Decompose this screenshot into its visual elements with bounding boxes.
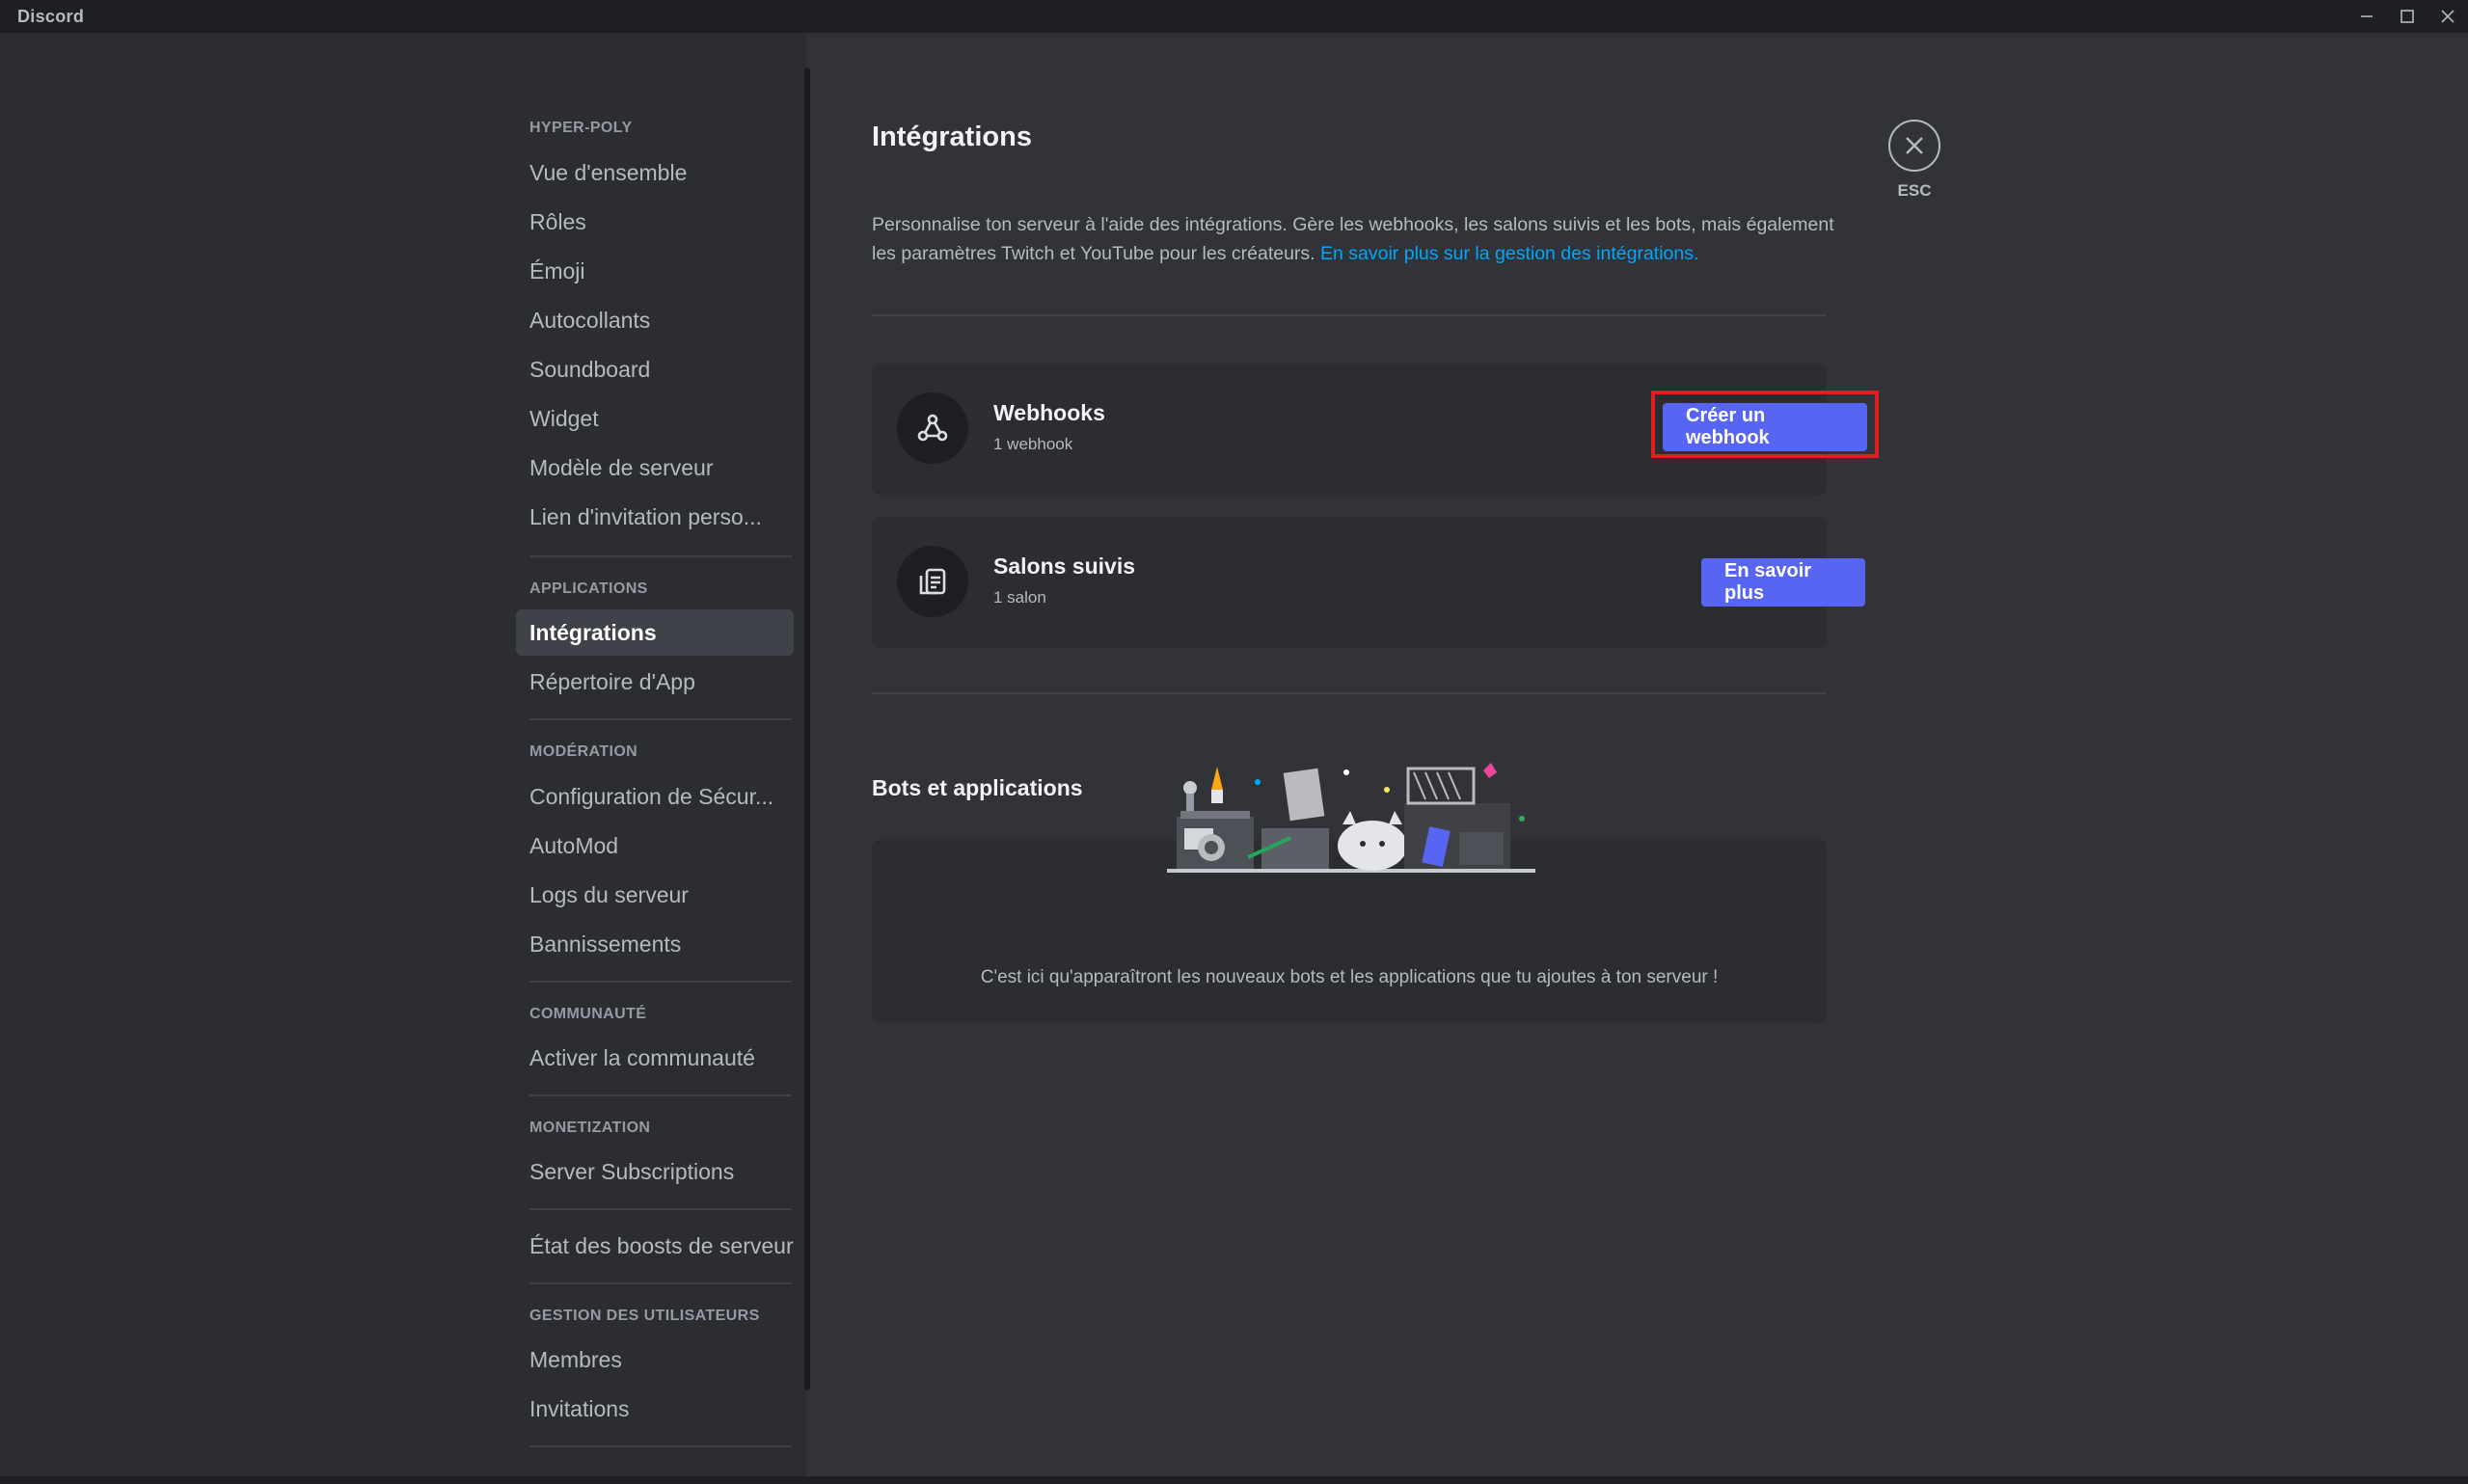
nav-header-server: HYPER-POLY xyxy=(529,120,633,136)
close-settings[interactable]: ESC xyxy=(1885,120,1944,201)
nav-divider xyxy=(529,1445,792,1447)
webhooks-count: 1 webhook xyxy=(993,435,1073,453)
nav-item-enable-community[interactable]: Activer la communauté xyxy=(516,1035,794,1081)
nav-item-safety-setup[interactable]: Configuration de Sécur... xyxy=(516,773,794,820)
app-title: Discord xyxy=(17,6,85,26)
nav-item-roles[interactable]: Rôles xyxy=(516,199,794,245)
close-window-icon[interactable] xyxy=(2427,0,2468,33)
nav-header-community: COMMUNAUTÉ xyxy=(529,1006,647,1022)
bots-empty-text: C'est ici qu'apparaîtront les nouveaux b… xyxy=(980,967,1719,987)
nav-divider xyxy=(529,555,792,557)
webhooks-title: Webhooks xyxy=(993,400,1105,425)
learn-more-button[interactable]: En savoir plus xyxy=(1701,558,1865,607)
maximize-icon[interactable] xyxy=(2387,0,2427,33)
nav-item-widget[interactable]: Widget xyxy=(516,395,794,442)
window-controls xyxy=(2346,0,2468,33)
esc-label: ESC xyxy=(1897,181,1932,200)
nav-header-applications: APPLICATIONS xyxy=(529,580,648,597)
settings-content: Intégrations Personnalise ton serveur à … xyxy=(806,33,2468,1476)
followed-channels-card[interactable]: Salons suivis 1 salon En savoir plus xyxy=(872,517,1865,648)
nav-item-app-directory[interactable]: Répertoire d'App xyxy=(516,659,794,705)
nav-item-emoji[interactable]: Émoji xyxy=(516,248,794,294)
bots-section-title: Bots et applications xyxy=(872,775,1083,800)
nav-divider xyxy=(529,981,792,983)
nav-item-bans[interactable]: Bannissements xyxy=(516,921,794,967)
minimize-icon[interactable] xyxy=(2346,0,2387,33)
nav-item-server-template[interactable]: Modèle de serveur xyxy=(516,445,794,491)
learn-more-link[interactable]: En savoir plus sur la gestion des intégr… xyxy=(1320,243,1698,264)
followed-channels-count: 1 salon xyxy=(993,588,1046,607)
nav-item-boost-status[interactable]: État des boosts de serveur xyxy=(516,1223,794,1269)
nav-divider xyxy=(529,1094,792,1096)
nav-item-overview[interactable]: Vue d'ensemble xyxy=(516,149,794,196)
nav-item-integrations[interactable]: Intégrations xyxy=(516,609,794,656)
nav-header-moderation: MODÉRATION xyxy=(529,743,638,760)
settings-sidebar: HYPER-POLY Vue d'ensemble Rôles Émoji Au… xyxy=(0,33,810,1476)
nav-item-automod[interactable]: AutoMod xyxy=(516,823,794,869)
followed-channel-icon xyxy=(897,546,968,617)
nav-item-invites[interactable]: Invitations xyxy=(516,1386,794,1432)
page-title: Intégrations xyxy=(872,121,1032,152)
nav-item-audit-log[interactable]: Logs du serveur xyxy=(516,872,794,918)
nav-header-user-management: GESTION DES UTILISATEURS xyxy=(529,1308,760,1324)
empty-state-illustration xyxy=(1167,763,1535,873)
nav-item-stickers[interactable]: Autocollants xyxy=(516,297,794,343)
webhooks-card[interactable]: Webhooks 1 webhook Créer un webhook xyxy=(872,364,1879,495)
close-icon[interactable] xyxy=(1888,120,1940,172)
create-webhook-button[interactable]: Créer un webhook xyxy=(1663,403,1867,451)
nav-divider xyxy=(529,1282,792,1284)
title-bar: Discord xyxy=(0,0,2468,33)
bottom-edge xyxy=(0,1476,2468,1484)
followed-channels-title: Salons suivis xyxy=(993,553,1136,579)
nav-item-soundboard[interactable]: Soundboard xyxy=(516,346,794,392)
nav-divider xyxy=(529,718,792,720)
nav-header-monetization: MONETIZATION xyxy=(529,1120,651,1136)
nav-divider xyxy=(529,1208,792,1210)
nav-item-server-subscriptions[interactable]: Server Subscriptions xyxy=(516,1148,794,1195)
section-divider xyxy=(872,314,1827,316)
section-divider xyxy=(872,692,1827,694)
nav-item-members[interactable]: Membres xyxy=(516,1336,794,1383)
page-description: Personnalise ton serveur à l'aide des in… xyxy=(872,210,1836,268)
nav-item-vanity-url[interactable]: Lien d'invitation perso... xyxy=(516,494,794,540)
webhook-icon xyxy=(897,392,968,464)
